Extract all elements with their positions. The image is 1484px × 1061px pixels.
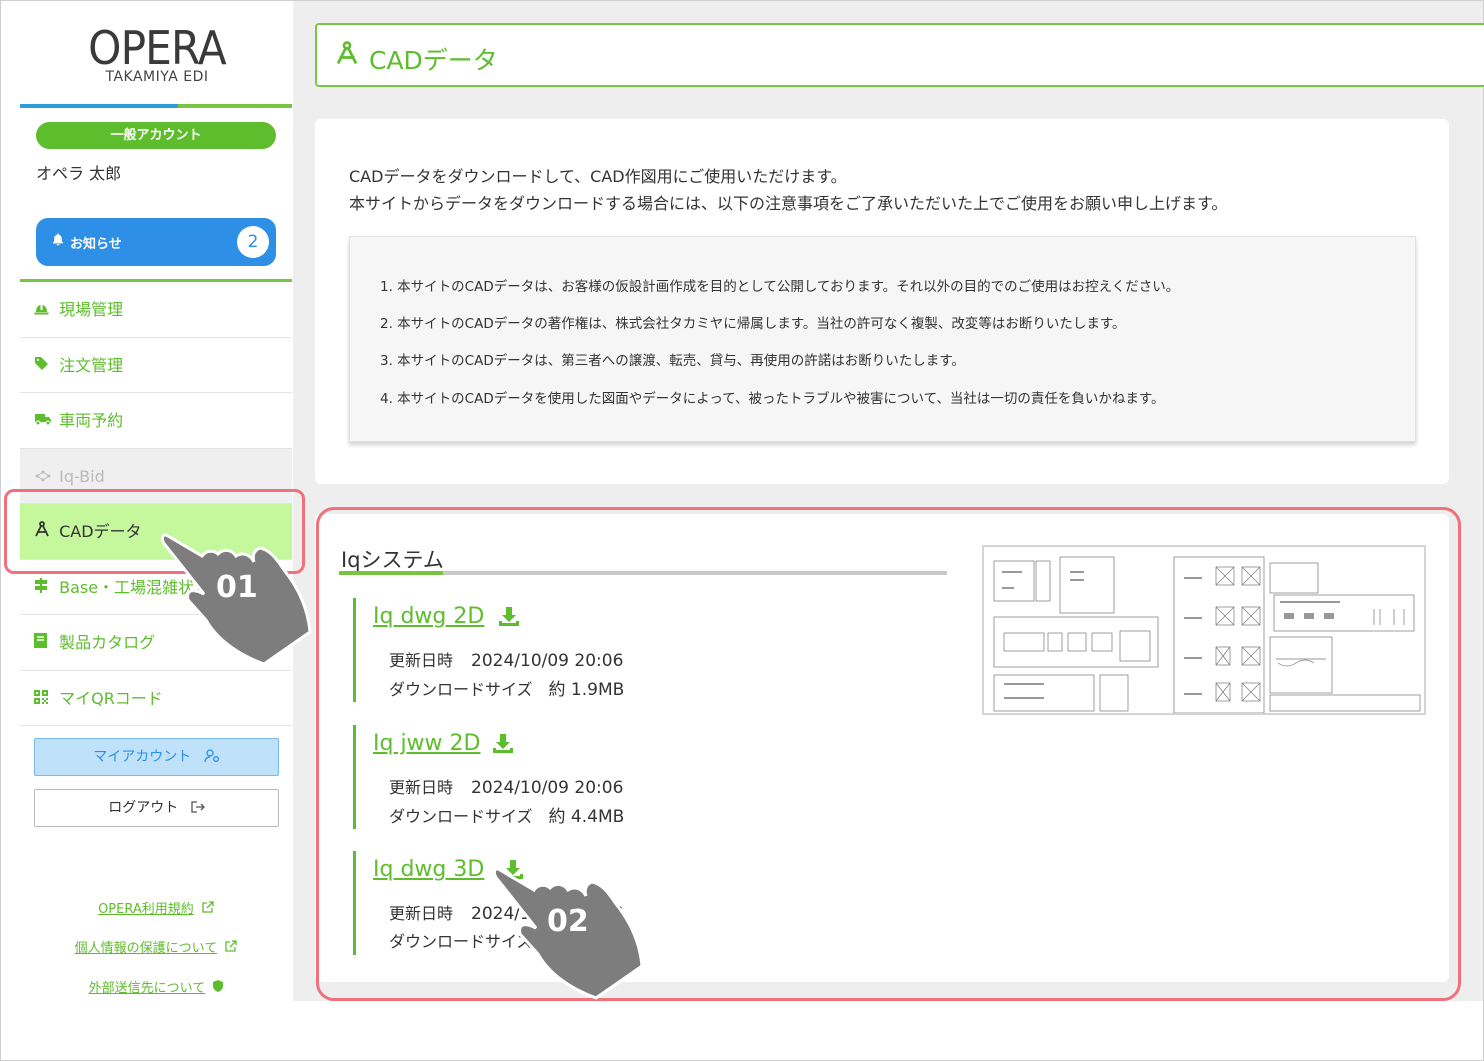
truck-icon <box>34 395 54 450</box>
note-item: 2. 本サイトのCADデータの著作権は、株式会社タカミヤに帰属します。当社の許可… <box>380 316 1126 332</box>
tag-icon <box>34 340 54 395</box>
cad-notice-card: CADデータをダウンロードして、CAD作図用にご使用いただけます。 本サイトから… <box>315 119 1449 484</box>
logout-icon <box>191 791 205 827</box>
compass-icon <box>335 41 359 71</box>
sidebar-item-site-management[interactable]: 現場管理 <box>20 282 292 338</box>
account-type-badge: 一般アカウント <box>36 122 276 149</box>
external-link-icon <box>202 901 214 917</box>
sidebar-item-order-management[interactable]: 注文管理 <box>20 338 292 395</box>
notice-label: お知らせ <box>70 237 122 252</box>
sidebar-item-label: 注文管理 <box>59 355 124 375</box>
logout-button[interactable]: ログアウト <box>34 789 279 827</box>
page-header: CADデータ <box>315 23 1484 87</box>
my-account-label: マイアカウント <box>93 749 192 765</box>
terms-link-label: OPERA利用規約 <box>98 902 194 917</box>
my-account-button[interactable]: マイアカウント <box>34 738 279 776</box>
step-number-badge: 01 <box>216 570 258 605</box>
qr-icon <box>34 673 54 728</box>
shield-icon <box>213 980 224 996</box>
intro-line-2: 本サイトからデータをダウンロードする場合には、以下の注意事項をご了承いただいた上… <box>349 194 1228 213</box>
intro-line-1: CADデータをダウンロードして、CAD作図用にご使用いただけます。 <box>349 167 847 186</box>
sidebar-item-label: 現場管理 <box>59 300 124 319</box>
logo-title: OPERA <box>88 21 227 75</box>
sidebar-item-label: 製品カタログ <box>59 633 156 652</box>
intro-text: CADデータをダウンロードして、CAD作図用にご使用いただけます。 本サイトから… <box>349 163 1227 217</box>
book-icon <box>34 617 54 672</box>
logo-subtitle: TAKAMIYA EDI <box>105 69 209 85</box>
privacy-link[interactable]: 個人情報の保護について <box>20 937 292 956</box>
sidebar-item-my-qr-code[interactable]: マイQRコード <box>20 671 292 728</box>
notice-count-badge: 2 <box>237 226 269 258</box>
note-item: 4. 本サイトのCADデータを使用した図面やデータによって、被ったトラブルや被害… <box>380 391 1165 407</box>
sidebar-item-label: 車両予約 <box>59 411 124 430</box>
sidebar-item-label: Iq-Bid <box>59 466 105 486</box>
external-transmission-link[interactable]: 外部送信先について <box>20 977 292 996</box>
external-link-icon <box>225 940 238 956</box>
notes-box: 1. 本サイトのCADデータは、お客様の仮設計画作成を目的として公開しております… <box>349 236 1416 442</box>
note-item: 3. 本サイトのCADデータは、第三者への譲渡、転売、貸与、再使用の許諾はお断り… <box>380 353 965 369</box>
highlight-frame-section <box>316 507 1461 1001</box>
notice-button[interactable]: お知らせ 2 <box>36 218 276 266</box>
user-name: オペラ 太郎 <box>36 164 122 183</box>
terms-link[interactable]: OPERA利用規約 <box>20 898 292 917</box>
step-number-badge: 02 <box>547 904 589 939</box>
bell-icon <box>52 233 64 250</box>
user-settings-icon <box>204 741 220 777</box>
logo[interactable]: OPERA TAKAMIYA EDI <box>21 1 293 107</box>
note-item: 1. 本サイトのCADデータは、お客様の仮設計画作成を目的として公開しております… <box>380 279 1180 295</box>
page-title: CADデータ <box>369 46 498 75</box>
privacy-link-label: 個人情報の保護について <box>74 941 218 956</box>
sidebar-item-label: マイQRコード <box>59 688 163 708</box>
hardhat-icon <box>34 284 54 339</box>
sidebar-item-vehicle-reservation[interactable]: 車両予約 <box>20 393 292 449</box>
external-transmission-link-label: 外部送信先について <box>88 981 206 996</box>
logo-divider <box>20 104 292 108</box>
logout-label: ログアウト <box>108 800 179 816</box>
